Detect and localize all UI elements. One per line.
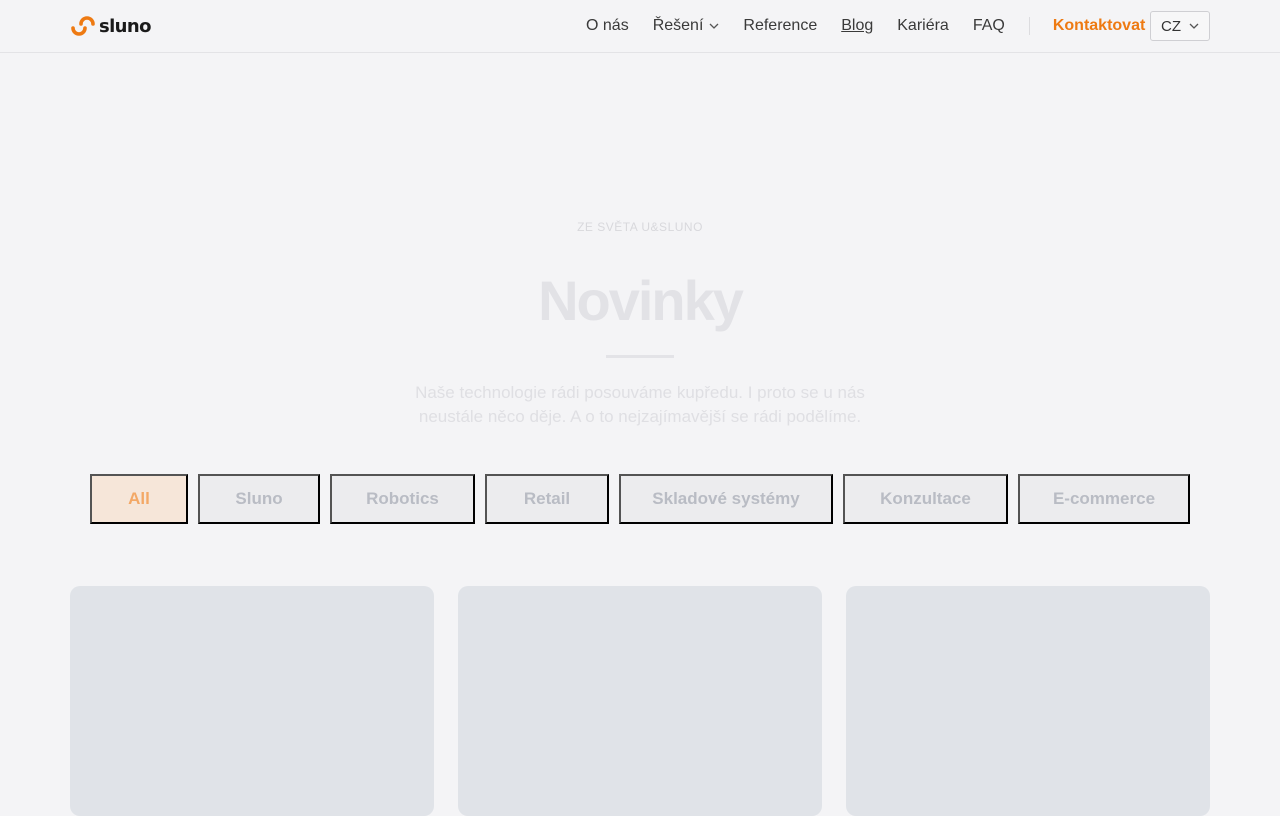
nav-item-kariera[interactable]: Kariéra <box>897 17 949 35</box>
filter-all[interactable]: All <box>90 474 188 524</box>
nav-item-blog[interactable]: Blog <box>841 17 873 35</box>
sun-logo-icon <box>71 16 95 36</box>
article-card-placeholder[interactable] <box>70 586 434 816</box>
top-navigation-bar: sluno O nás Řešení Reference Blog Kariér… <box>0 0 1280 53</box>
nav-item-reseni[interactable]: Řešení <box>653 17 720 35</box>
hero-description: Naše technologie rádi posouváme kupředu.… <box>415 383 865 426</box>
title-underline <box>606 355 674 358</box>
filter-skladove-systemy[interactable]: Skladové systémy <box>619 474 833 524</box>
language-value: CZ <box>1161 17 1181 35</box>
nav-item-reseni-label: Řešení <box>652 17 704 34</box>
page-title: Novinky <box>538 269 744 332</box>
chevron-down-icon <box>709 23 719 29</box>
category-filters: All Sluno Robotics Retail Skladové systé… <box>90 474 1190 524</box>
filter-konzultace[interactable]: Konzultace <box>843 474 1008 524</box>
article-card-placeholder[interactable] <box>458 586 822 816</box>
nav-item-reference[interactable]: Reference <box>743 17 817 35</box>
filter-e-commerce[interactable]: E-commerce <box>1018 474 1190 524</box>
nav-divider <box>1028 17 1030 35</box>
article-card-placeholder[interactable] <box>846 586 1210 816</box>
nav-item-faq[interactable]: FAQ <box>973 17 1005 35</box>
language-select[interactable]: CZ <box>1150 11 1210 41</box>
logo-wordmark: sluno <box>99 15 151 37</box>
contact-button[interactable]: Kontaktovat <box>1053 17 1145 35</box>
main-nav: O nás Řešení Reference Blog Kariéra FAQ … <box>586 0 1145 52</box>
filter-sluno[interactable]: Sluno <box>198 474 320 524</box>
filter-robotics[interactable]: Robotics <box>330 474 475 524</box>
sluno-logo[interactable]: sluno <box>70 14 151 38</box>
chevron-down-icon <box>1189 23 1199 29</box>
hero-eyebrow: ZE SVĚTA U&SLUNO <box>577 220 703 234</box>
nav-item-o-nas[interactable]: O nás <box>586 17 629 35</box>
filter-retail[interactable]: Retail <box>485 474 609 524</box>
